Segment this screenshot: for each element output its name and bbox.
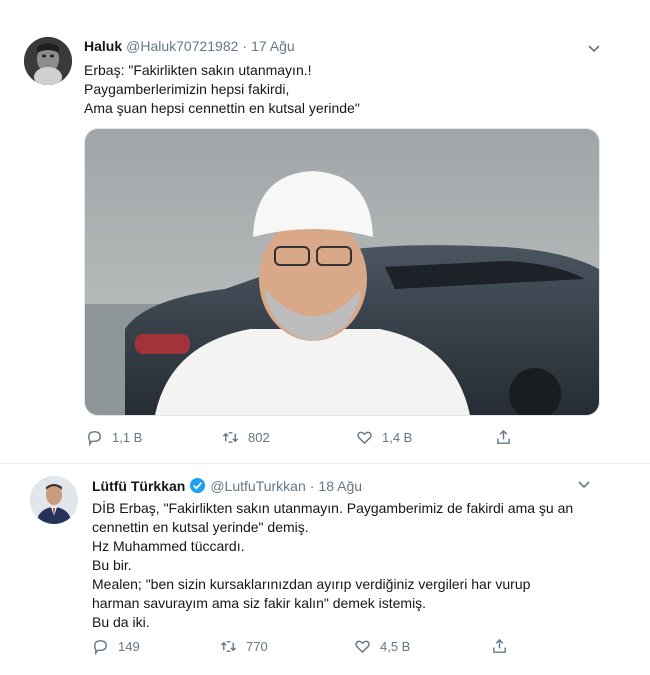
share-icon [493, 638, 506, 653]
tweet-date[interactable]: 18 Ağu [318, 478, 362, 494]
reply-count: 1,1 B [112, 430, 143, 445]
share-button[interactable] [495, 429, 512, 446]
share-icon [497, 429, 510, 444]
reply-icon [94, 640, 107, 655]
tweet-line: Mealen; "ben sizin kursaklarınızdan ayır… [92, 576, 531, 592]
verified-badge-icon [190, 477, 206, 494]
tweet-actions: 1,1 B 802 1,4 B [0, 429, 650, 449]
avatar[interactable] [30, 476, 78, 524]
tweet-line: Bu bir. [92, 557, 132, 573]
retweet-count: 770 [246, 639, 268, 654]
retweet-button[interactable]: 802 [222, 429, 270, 446]
heart-icon [355, 640, 370, 654]
retweet-icon [220, 641, 237, 652]
handle[interactable]: @LutfuTurkkan [210, 478, 305, 494]
tweet-actions: 149 770 4,5 B [0, 638, 650, 658]
reply-icon [88, 431, 101, 446]
like-count: 4,5 B [380, 639, 411, 654]
retweet-button[interactable]: 770 [220, 638, 268, 655]
like-count: 1,4 B [382, 430, 413, 445]
tweet-line: DİB Erbaş, "Fakirlikten sakın utanmayın.… [92, 500, 574, 516]
reply-count: 149 [118, 639, 140, 654]
reply-button[interactable]: 1,1 B [86, 429, 142, 446]
tweet-line: Paygamberlerimizin hepsi fakirdi, [84, 81, 290, 97]
tweet-header: Haluk @Haluk70721982 · 17 Ağu [84, 38, 295, 54]
handle[interactable]: @Haluk70721982 [126, 38, 238, 54]
display-name[interactable]: Lütfü Türkkan [92, 478, 185, 494]
avatar[interactable] [24, 37, 72, 85]
tweet-header: Lütfü Türkkan @LutfuTurkkan · 18 Ağu [92, 477, 362, 494]
retweet-icon [222, 432, 239, 443]
tweet-line: cennettin en kutsal yerinde" demiş. [92, 519, 309, 535]
tweet-haluk: Haluk @Haluk70721982 · 17 Ağu Erbaş: "Fa… [0, 0, 650, 465]
reply-button[interactable]: 149 [92, 638, 140, 655]
photo-image [85, 129, 599, 415]
chevron-down-icon[interactable] [586, 40, 602, 56]
tweet-line: Bu da iki. [92, 614, 150, 630]
tweet-text: DİB Erbaş, "Fakirlikten sakın utanmayın.… [92, 499, 573, 632]
tweet-text: Erbaş: "Fakirlikten sakın utanmayın.! Pa… [84, 61, 360, 118]
tweet-line: harman savurayım ama siz fakir kalın" de… [92, 595, 427, 611]
share-button[interactable] [491, 638, 508, 655]
separator-dot: · [309, 477, 315, 494]
tweet-line: Ama şuan hepsi cennettin en kutsal yerin… [84, 100, 360, 116]
separator-dot: · [242, 38, 248, 54]
tweet-photo[interactable] [84, 128, 600, 416]
like-button[interactable]: 1,4 B [356, 429, 412, 446]
like-button[interactable]: 4,5 B [354, 638, 410, 655]
tweet-lutfu: Lütfü Türkkan @LutfuTurkkan · 18 Ağu DİB… [0, 464, 650, 675]
display-name[interactable]: Haluk [84, 38, 122, 54]
tweet-date[interactable]: 17 Ağu [251, 38, 295, 54]
tweet-line: Erbaş: "Fakirlikten sakın utanmayın.! [84, 62, 312, 78]
tweet-line: Hz Muhammed tüccardı. [92, 538, 245, 554]
retweet-count: 802 [248, 430, 270, 445]
heart-icon [357, 431, 372, 445]
chevron-down-icon[interactable] [576, 476, 592, 492]
